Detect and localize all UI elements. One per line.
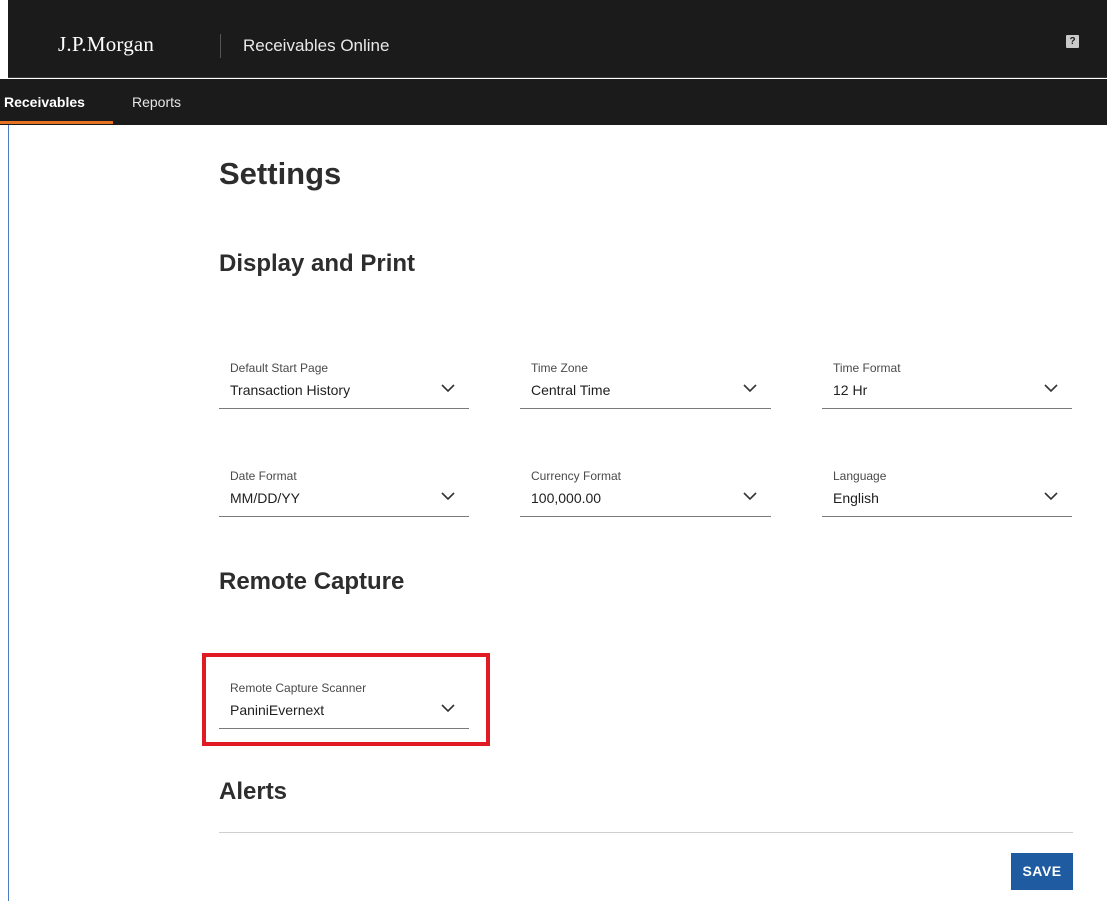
section-divider — [219, 832, 1073, 833]
field-label: Currency Format — [531, 469, 622, 483]
section-heading-remote-capture: Remote Capture — [219, 568, 405, 595]
app-title: Receivables Online — [243, 36, 390, 55]
default-start-page-select[interactable]: Default Start Page Transaction History — [219, 361, 469, 409]
field-value: Central Time — [531, 382, 611, 398]
chevron-down-icon — [441, 384, 455, 393]
tab-receivables[interactable]: Receivables — [4, 94, 85, 110]
currency-format-select[interactable]: Currency Format 100,000.00 — [520, 469, 771, 517]
date-format-select[interactable]: Date Format MM/DD/YY — [219, 469, 469, 517]
field-value: PaniniEvernext — [230, 702, 325, 718]
field-value: 12 Hr — [833, 382, 868, 398]
tab-reports[interactable]: Reports — [132, 94, 181, 110]
time-zone-select[interactable]: Time Zone Central Time — [520, 361, 771, 409]
field-value: MM/DD/YY — [230, 490, 300, 506]
field-value: English — [833, 490, 879, 506]
field-label: Time Format — [833, 361, 901, 375]
page-title: Settings — [219, 156, 342, 191]
chevron-down-icon — [743, 384, 757, 393]
help-icon[interactable]: ? — [1066, 35, 1079, 48]
language-select[interactable]: Language English — [822, 469, 1072, 517]
field-value: Transaction History — [230, 382, 351, 398]
section-heading-alerts: Alerts — [219, 778, 288, 805]
main-nav-bar: Receivables Reports — [0, 79, 1107, 125]
field-label: Default Start Page — [230, 361, 329, 375]
active-tab-indicator — [0, 121, 113, 124]
content-left-border — [8, 125, 9, 901]
chevron-down-icon — [441, 492, 455, 501]
field-label: Remote Capture Scanner — [230, 681, 367, 695]
field-value: 100,000.00 — [531, 490, 602, 506]
top-header-bar: J.P.Morgan Receivables Online ? — [8, 0, 1107, 78]
time-format-select[interactable]: Time Format 12 Hr — [822, 361, 1072, 409]
chevron-down-icon — [743, 492, 757, 501]
chevron-down-icon — [1044, 384, 1058, 393]
field-label: Time Zone — [531, 361, 588, 375]
remote-capture-scanner-select[interactable]: Remote Capture Scanner PaniniEvernext — [219, 681, 469, 729]
field-label: Date Format — [230, 469, 297, 483]
chevron-down-icon — [1044, 492, 1058, 501]
chevron-down-icon — [441, 704, 455, 713]
header-divider — [220, 34, 221, 58]
brand-logo[interactable]: J.P.Morgan — [58, 32, 154, 57]
save-button[interactable]: SAVE — [1011, 853, 1073, 890]
field-label: Language — [833, 469, 887, 483]
section-heading-display-print: Display and Print — [219, 250, 416, 277]
